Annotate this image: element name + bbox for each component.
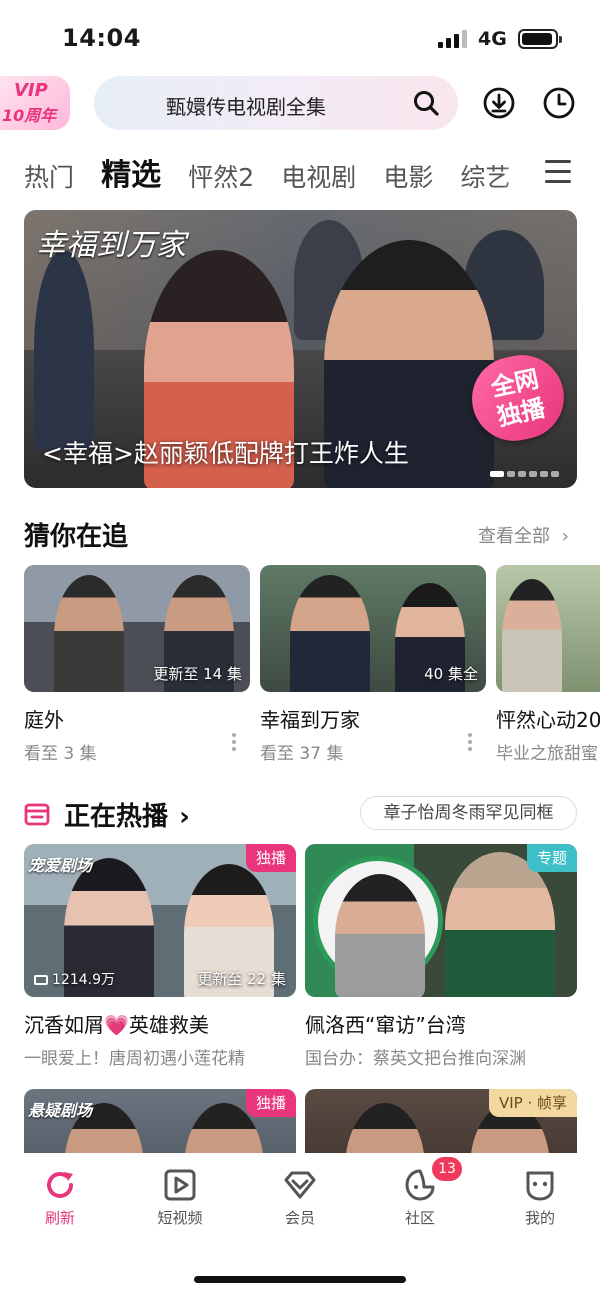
short-video-icon [164,1169,196,1201]
nav-short-video[interactable]: 短视频 [140,1167,220,1228]
download-icon[interactable] [482,86,516,120]
diamond-icon [284,1171,316,1199]
continue-card-pengran[interactable]: 怦然心动20岁 毕业之旅甜蜜 [496,565,600,764]
play-count-icon [34,975,48,985]
more-options-icon[interactable] [232,733,236,751]
signal-icon [438,30,468,48]
nav-label: 社区 [404,1209,435,1227]
nav-refresh[interactable]: 刷新 [20,1167,100,1228]
chevron-right-icon: › [179,802,190,832]
hero-banner[interactable]: 幸福到万家 全网 独播 <幸福>赵丽颖低配牌打王炸人生 [24,210,577,488]
continue-watching-title: 猜你在追 [24,522,129,552]
watch-progress: 看至 3 集 [24,744,97,764]
exclusive-badge: 独播 [245,844,296,872]
hot-card-chenxiang[interactable]: 宠爱剧场 独播 1214.9万 更新至 22 集 沉香如屑💗英雄救美 一眼爱上！… [24,844,296,1069]
exclusive-badge: 独播 [245,1089,296,1117]
continue-card-tingwai[interactable]: 更新至 14 集 庭外 看至 3 集 [24,565,250,764]
vip-badge-line1: VIP [14,80,48,101]
nav-label: 会员 [284,1209,315,1227]
thumbnail: 更新至 14 集 [24,565,250,692]
episode-status: 40 集全 [424,665,478,683]
episode-status: 更新至 22 集 [197,970,286,988]
theater-ribbon: 宠爱剧场 [28,856,93,875]
chevron-right-icon: › [561,526,569,547]
tab-tv-series[interactable]: 电视剧 [281,158,356,194]
continue-card-xingfu[interactable]: 40 集全 幸福到万家 看至 37 集 [260,565,486,764]
search-bar[interactable]: 甄嬛传电视剧全集 [94,76,458,130]
battery-icon [518,29,562,49]
vip-anniversary-badge[interactable]: VIP 10周年 [0,76,70,130]
tab-pengran2[interactable]: 怦然2 [188,158,254,194]
card-subtitle: 一眼爱上！唐周初遇小莲花精 [24,1049,245,1069]
thumbnail: 40 集全 [260,565,486,692]
nav-label: 我的 [524,1209,555,1227]
nav-profile[interactable]: 我的 [500,1167,580,1228]
hot-now-title[interactable]: 正在热播 › [64,796,190,833]
menu-icon[interactable] [545,160,571,184]
tab-hot[interactable]: 热门 [24,158,74,194]
banner-figure [34,250,94,450]
card-title: 庭外 [24,708,64,732]
profile-face-icon [526,1171,554,1201]
topic-badge: 专题 [526,844,577,872]
tabs-fade [500,150,544,194]
more-options-icon[interactable] [468,733,472,751]
theater-ribbon: 悬疑剧场 [28,1101,93,1120]
channel-tabs: 热门 精选 怦然2 电视剧 电影 综艺 [24,150,544,194]
card-title: 沉香如屑💗英雄救美 [24,1013,209,1037]
banner-pagination [490,462,570,477]
search-icon [414,91,439,116]
view-all-link[interactable]: 查看全部 › [478,522,569,548]
view-count-value: 1214.9万 [52,972,115,988]
episode-status: 更新至 14 集 [153,665,242,683]
card-title: 幸福到万家 [260,708,360,732]
thumbnail: 专题 [305,844,577,997]
nav-label: 刷新 [44,1209,75,1227]
card-subtitle: 国台办：蔡英文把台推向深渊 [305,1049,526,1069]
thumbnail: 宠爱剧场 独播 1214.9万 更新至 22 集 [24,844,296,997]
watch-progress: 毕业之旅甜蜜 [496,744,598,764]
status-bar: 14:04 4G [0,0,600,70]
search-text: 甄嬛传电视剧全集 [166,95,326,119]
hot-card-pelosi[interactable]: 专题 佩洛西“窜访”台湾 国台办：蔡英文把台推向深渊 [305,844,577,1069]
refresh-icon [47,1172,73,1198]
home-indicator[interactable] [194,1276,406,1283]
thumbnail [496,565,600,692]
status-time: 14:04 [62,24,141,52]
card-title: 怦然心动20岁 [496,708,600,732]
view-count: 1214.9万 [34,969,115,989]
trending-topic-tag[interactable]: 章子怡周冬雨罕见同框 [360,796,577,830]
community-notification-badge: 13 [432,1157,462,1181]
banner-logo: 幸福到万家 [36,228,186,263]
vip-frame-badge: VIP · 帧享 [488,1089,577,1117]
calendar-icon [24,803,50,826]
watch-progress: 看至 37 集 [260,744,344,764]
nav-label: 短视频 [157,1209,203,1227]
vip-badge-line2: 10周年 [2,106,57,125]
card-title: 佩洛西“窜访”台湾 [305,1013,466,1037]
tab-movies[interactable]: 电影 [383,158,433,194]
nav-membership[interactable]: 会员 [260,1167,340,1228]
hot-now-label: 正在热播 [64,802,169,832]
history-icon[interactable] [542,86,576,120]
network-type: 4G [478,28,507,50]
banner-caption: <幸福>赵丽颖低配牌打王炸人生 [42,439,409,468]
view-all-label: 查看全部 [478,526,550,547]
tab-featured[interactable]: 精选 [101,150,161,194]
